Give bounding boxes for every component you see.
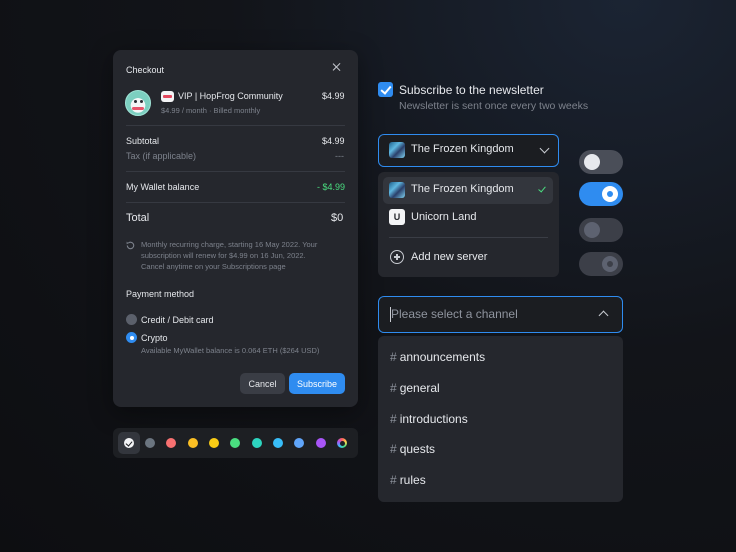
hash-icon: #: [390, 442, 397, 456]
server-dropdown-menu: The Frozen Kingdom U Unicorn Land Add ne…: [378, 172, 559, 277]
newsletter-label[interactable]: Subscribe to the newsletter: [399, 83, 544, 97]
color-swatch-green[interactable]: [230, 438, 240, 448]
toggle-knob: [584, 154, 600, 170]
radio-credit-card[interactable]: [126, 314, 137, 325]
chevron-up-icon: [598, 310, 609, 321]
custom-color-icon[interactable]: [337, 438, 347, 448]
color-swatch-gray[interactable]: [145, 438, 155, 448]
channel-name[interactable]: rules: [400, 473, 426, 487]
divider: [126, 202, 345, 203]
total-value: $0: [331, 212, 344, 224]
divider: [126, 171, 345, 172]
subscribe-button[interactable]: Subscribe: [289, 373, 345, 394]
crypto-balance-note: Available MyWallet balance is 0.064 ETH …: [141, 346, 320, 355]
recurring-note-line-3: Cancel anytime on your Subscriptions pag…: [141, 262, 286, 271]
server-option-label[interactable]: The Frozen Kingdom: [411, 183, 514, 195]
toggle-knob: [584, 222, 600, 238]
channel-name[interactable]: quests: [400, 442, 435, 456]
tax-value: ---: [335, 151, 344, 161]
newsletter-checkbox[interactable]: [378, 82, 393, 97]
community-avatar: [125, 90, 151, 116]
product-name: VIP | HopFrog Community: [178, 91, 283, 101]
server-select[interactable]: The Frozen Kingdom: [378, 134, 559, 167]
checkout-card: Checkout VIP | HopFrog Community $4.99 $…: [113, 50, 358, 407]
divider: [126, 125, 345, 126]
color-swatch-yellow[interactable]: [209, 438, 219, 448]
channel-select[interactable]: Please select a channel: [378, 296, 623, 333]
hash-icon: #: [390, 473, 397, 487]
channel-option[interactable]: # rules: [390, 473, 426, 487]
tax-label: Tax (if applicable): [126, 151, 197, 161]
add-server-button[interactable]: Add new server: [411, 251, 487, 263]
unicorn-land-icon: U: [389, 209, 405, 225]
add-circle-icon[interactable]: [390, 250, 404, 264]
checkout-title: Checkout: [126, 65, 165, 75]
toggle-on-disabled: [579, 252, 623, 276]
color-swatch-orange[interactable]: [188, 438, 198, 448]
channel-option[interactable]: # quests: [390, 442, 435, 456]
channel-option[interactable]: # introductions: [390, 412, 468, 426]
channel-option[interactable]: # general: [390, 381, 440, 395]
total-label: Total: [126, 212, 150, 224]
radio-crypto[interactable]: [126, 332, 137, 343]
subtotal-label: Subtotal: [126, 136, 160, 146]
channel-option[interactable]: # announcements: [390, 350, 485, 364]
hash-icon: #: [390, 412, 397, 426]
color-swatch-red[interactable]: [166, 438, 176, 448]
frozen-kingdom-icon: [389, 182, 405, 198]
recurring-note-line-2: subscription will renew for $4.99 on 16 …: [141, 251, 306, 260]
toggle-off-disabled: [579, 218, 623, 242]
server-select-value: The Frozen Kingdom: [411, 143, 514, 155]
color-picker: [113, 428, 358, 458]
chevron-down-icon: [539, 143, 550, 154]
product-billing: $4.99 / month · Billed monthly: [161, 106, 261, 115]
channel-name[interactable]: announcements: [400, 350, 485, 364]
payment-method-title: Payment method: [126, 289, 195, 299]
channel-select-placeholder: Please select a channel: [391, 307, 518, 321]
server-option-label[interactable]: Unicorn Land: [411, 211, 476, 223]
color-swatch-sky[interactable]: [273, 438, 283, 448]
recurring-icon: [126, 241, 135, 250]
hopfrog-logo-icon: [161, 91, 174, 102]
color-swatch-white-selected[interactable]: [124, 438, 134, 448]
recurring-note-line-1: Monthly recurring charge, starting 16 Ma…: [141, 240, 318, 249]
wallet-label: My Wallet balance: [126, 182, 200, 192]
product-price: $4.99: [322, 91, 345, 101]
channel-name[interactable]: general: [400, 381, 440, 395]
toggle-off[interactable]: [579, 150, 623, 174]
close-icon[interactable]: [331, 62, 343, 74]
cancel-button[interactable]: Cancel: [240, 373, 285, 394]
channel-dropdown-menu: # announcements # general # introductions #…: [378, 336, 623, 502]
newsletter-sublabel: Newsletter is sent once every two weeks: [399, 100, 589, 112]
payment-option-card-label[interactable]: Credit / Debit card: [141, 315, 214, 325]
divider: [389, 237, 548, 238]
color-swatch-blue[interactable]: [294, 438, 304, 448]
toggle-on[interactable]: [579, 182, 623, 206]
wallet-value: - $4.99: [317, 182, 346, 192]
color-swatch-teal[interactable]: [252, 438, 262, 448]
toggle-knob: [602, 256, 618, 272]
hash-icon: #: [390, 350, 397, 364]
payment-option-crypto-label[interactable]: Crypto: [141, 333, 168, 343]
color-swatch-purple[interactable]: [316, 438, 326, 448]
channel-name[interactable]: introductions: [400, 412, 468, 426]
toggle-knob: [602, 186, 618, 202]
subtotal-value: $4.99: [322, 136, 345, 146]
frozen-kingdom-icon: [389, 142, 405, 158]
hash-icon: #: [390, 381, 397, 395]
